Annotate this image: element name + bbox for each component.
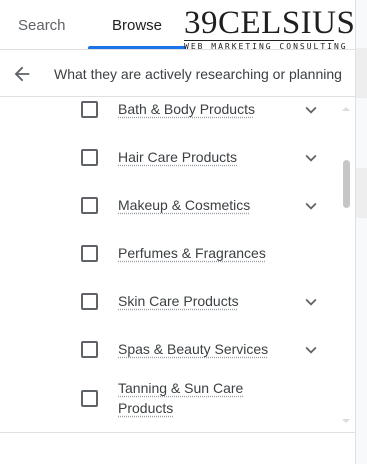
item-label[interactable]: Hair Care Products (118, 147, 237, 167)
arrow-back-icon[interactable] (11, 63, 33, 85)
list-item[interactable]: Bath & Body Products (0, 98, 340, 146)
scrollbar-thumb[interactable] (343, 160, 350, 208)
adjacent-panel-edge (355, 0, 367, 464)
logo-sub-text: WEB MARKETING CONSULTING (184, 40, 348, 51)
checkbox[interactable] (81, 149, 98, 166)
active-tab-indicator (88, 46, 186, 49)
checkbox[interactable] (81, 390, 98, 407)
tab-search[interactable]: Search (18, 17, 66, 34)
chevron-down-icon[interactable] (300, 291, 322, 313)
chevron-down-icon[interactable] (300, 339, 322, 361)
list-item[interactable]: Perfumes & Fragrances (0, 242, 340, 290)
checkbox[interactable] (81, 293, 98, 310)
item-label[interactable]: Makeup & Cosmetics (118, 195, 250, 215)
adjacent-panel-block (356, 168, 367, 218)
adjacent-panel-block (356, 48, 367, 98)
category-title: What they are actively researching or pl… (54, 66, 342, 82)
checkbox[interactable] (81, 101, 98, 118)
item-label[interactable]: Bath & Body Products (118, 99, 255, 119)
audience-browser-panel: Search Browse 39CELSIUS WEB MARKETING CO… (0, 0, 367, 464)
checkbox[interactable] (81, 341, 98, 358)
item-label[interactable]: Skin Care Products (118, 291, 239, 311)
divider (0, 432, 355, 433)
list-item[interactable]: Tanning & Sun Care Products (0, 378, 340, 428)
item-label-line-2[interactable]: Products (118, 398, 173, 418)
category-header: What they are actively researching or pl… (0, 51, 355, 97)
list-item[interactable]: Hair Care Products (0, 146, 340, 194)
chevron-down-icon[interactable] (300, 195, 322, 217)
item-label[interactable]: Spas & Beauty Services (118, 339, 268, 359)
chevron-down-icon[interactable] (300, 99, 322, 121)
list-item[interactable]: Makeup & Cosmetics (0, 194, 340, 242)
item-label-line-1[interactable]: Tanning & Sun Care (118, 378, 243, 398)
scroll-up-arrow-icon[interactable] (341, 104, 351, 114)
chevron-down-icon[interactable] (300, 147, 322, 169)
logo-main-text: 39CELSIUS (184, 5, 356, 41)
list-item[interactable]: Skin Care Products (0, 290, 340, 338)
watermark-logo: 39CELSIUS WEB MARKETING CONSULTING (184, 5, 356, 51)
category-list: Bath & Body Products Hair Care Products … (0, 98, 340, 428)
checkbox[interactable] (81, 197, 98, 214)
scroll-down-arrow-icon[interactable] (341, 416, 351, 426)
item-label[interactable]: Perfumes & Fragrances (118, 243, 266, 263)
tab-browse[interactable]: Browse (112, 17, 162, 34)
checkbox[interactable] (81, 245, 98, 262)
